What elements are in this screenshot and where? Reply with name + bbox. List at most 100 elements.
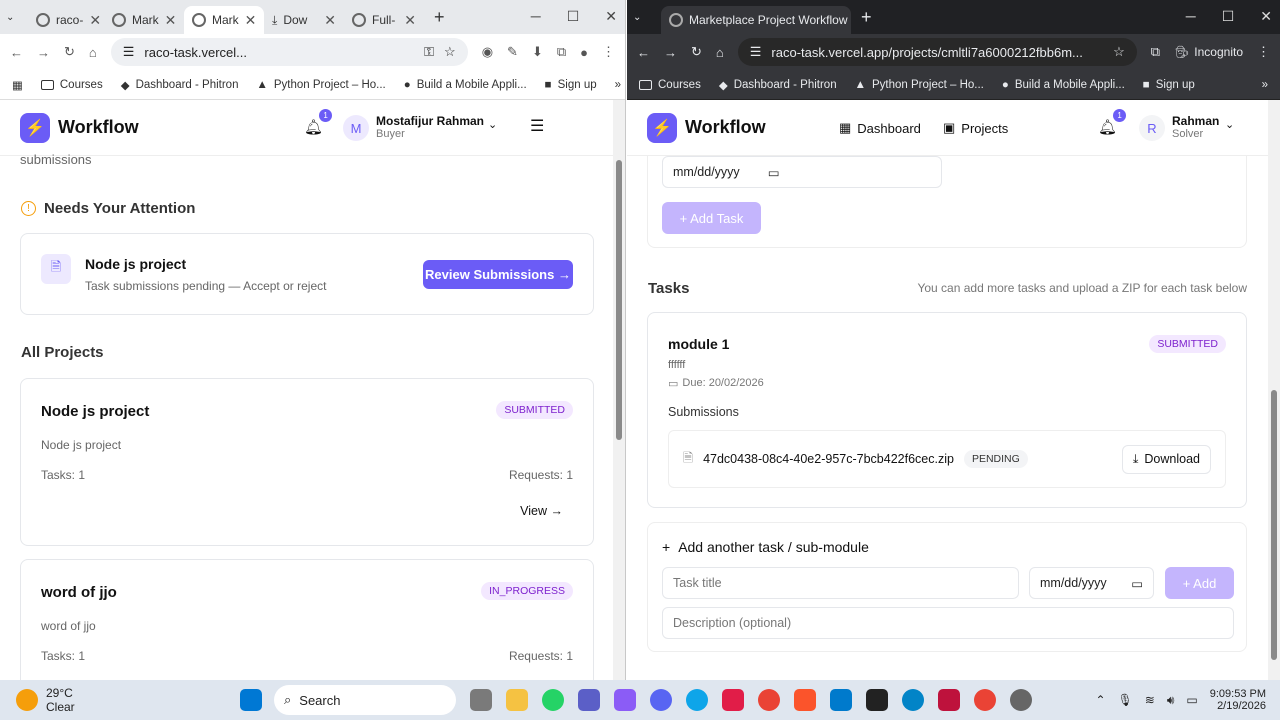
menu-icon[interactable]: ⋮ (1257, 44, 1270, 60)
site-info-icon[interactable]: ☰ (750, 44, 762, 60)
avatar[interactable]: M (343, 115, 369, 141)
wifi-icon[interactable]: ≋ (1145, 693, 1155, 707)
tab-list-chevron-icon[interactable]: ⌄ (633, 12, 661, 23)
extension-icon[interactable]: ◉ (482, 44, 493, 60)
bookmark-signup[interactable]: ■ Sign up (1143, 79, 1195, 91)
app-icon[interactable] (938, 689, 960, 711)
start-icon[interactable] (240, 689, 262, 711)
bookmark-courses[interactable]: Courses (639, 79, 701, 91)
chevron-up-icon[interactable]: ⌃ (1095, 693, 1105, 707)
extension-icon[interactable]: ✎ (507, 44, 518, 60)
vscode-icon[interactable] (830, 689, 852, 711)
battery-icon[interactable]: ▭ (1186, 693, 1197, 707)
new-tab-icon[interactable]: + (434, 7, 445, 28)
address-bar[interactable]: ☰ raco-task.vercel... ⚿ ☆ (110, 38, 468, 66)
chevron-down-icon[interactable]: ⌄ (1225, 118, 1234, 131)
file-explorer-icon[interactable] (506, 689, 528, 711)
project-card[interactable]: Node js project SUBMITTED Node js projec… (20, 378, 594, 546)
add-button[interactable]: + Add (1165, 567, 1234, 599)
avatar[interactable]: R (1139, 115, 1165, 141)
review-submissions-button[interactable]: Review Submissions → (423, 260, 573, 289)
tab-marketplace[interactable]: Marketplace Project Workflow✕ (661, 6, 851, 34)
maximize-icon[interactable]: ☐ (1222, 8, 1235, 25)
close-icon[interactable]: ✕ (245, 12, 257, 29)
volume-icon[interactable]: 🔊︎ (1167, 693, 1175, 708)
star-icon[interactable]: ☆ (1113, 44, 1125, 60)
nav-projects[interactable]: ▣ Projects (943, 120, 1008, 136)
task-title-input[interactable]: Task title (662, 567, 1019, 599)
terminal-icon[interactable] (866, 689, 888, 711)
due-date-input[interactable]: mm/dd/yyyy ▭ (1029, 567, 1154, 599)
address-bar[interactable]: ☰ raco-task.vercel.app/projects/cmltli7a6… (737, 38, 1137, 66)
clock[interactable]: 9:09:53 PM 2/19/2026 (1210, 688, 1266, 712)
close-icon[interactable]: ✕ (324, 12, 336, 29)
back-icon[interactable]: ← (637, 45, 650, 60)
edge-icon[interactable] (686, 689, 708, 711)
home-icon[interactable]: ⌂ (716, 45, 724, 60)
site-info-icon[interactable]: ☰ (123, 44, 135, 60)
bookmark-mobile[interactable]: ● Build a Mobile Appli... (404, 79, 527, 91)
tab-1[interactable]: raco- ✕ (28, 6, 104, 34)
chevron-down-icon[interactable]: ⌄ (488, 118, 497, 131)
tab-2[interactable]: Mark ✕ (104, 6, 184, 34)
bookmark-dashboard[interactable]: ◆ Dashboard - Phitron (719, 78, 837, 92)
forward-icon[interactable]: → (37, 45, 50, 60)
forward-icon[interactable]: → (664, 45, 677, 60)
minimize-icon[interactable]: ─ (531, 8, 541, 25)
task-view-icon[interactable] (470, 689, 492, 711)
close-icon[interactable]: ✕ (89, 12, 101, 29)
app-icon[interactable] (902, 689, 924, 711)
due-date-input[interactable]: mm/dd/yyyy ▭ (662, 156, 942, 188)
profile-icon[interactable]: ● (580, 45, 588, 60)
apps-icon[interactable]: ▦ (12, 78, 23, 92)
recorder-icon[interactable] (1010, 689, 1032, 711)
close-window-icon[interactable]: ✕ (1260, 8, 1272, 25)
key-icon[interactable]: ⚿ (424, 44, 434, 60)
tab-5[interactable]: Full- ✕ (344, 6, 424, 34)
extensions-icon[interactable]: ⧉ (557, 44, 566, 60)
download-button[interactable]: ⤓ Download (1121, 444, 1211, 474)
incognito-indicator[interactable]: 🕵︎ Incognito (1174, 45, 1243, 59)
new-tab-icon[interactable]: + (861, 7, 872, 28)
maximize-icon[interactable]: ☐ (567, 8, 580, 25)
bookmark-courses[interactable]: Courses (40, 79, 103, 91)
menu-icon[interactable]: ⋮ (602, 44, 615, 60)
reload-icon[interactable]: ↻ (64, 44, 75, 60)
close-icon[interactable]: ✕ (404, 12, 416, 29)
extension-icon[interactable]: ⬇ (532, 44, 543, 60)
user-info[interactable]: Rahman Solver (1172, 114, 1219, 140)
extension-icon[interactable]: ⧉ (1151, 44, 1160, 60)
copilot-icon[interactable] (614, 689, 636, 711)
hamburger-menu-icon[interactable]: ☰ (530, 116, 544, 136)
bookmark-signup[interactable]: ■ Sign up (545, 79, 597, 91)
add-task-button[interactable]: + Add Task (662, 202, 761, 234)
bookmark-python[interactable]: ▲ Python Project – Ho... (256, 79, 385, 91)
bookmark-mobile[interactable]: ● Build a Mobile Appli... (1002, 79, 1125, 91)
scroll-thumb[interactable] (616, 160, 622, 440)
scroll-thumb[interactable] (1271, 390, 1277, 660)
close-window-icon[interactable]: ✕ (605, 8, 617, 25)
left-scrollbar[interactable] (613, 100, 625, 680)
nav-dashboard[interactable]: ▦ Dashboard (839, 120, 921, 136)
reload-icon[interactable]: ↻ (691, 44, 702, 60)
whatsapp-icon[interactable] (542, 689, 564, 711)
bell-icon[interactable]: 🔔︎ 1 (304, 109, 333, 136)
chevron-right-icon[interactable]: » (615, 79, 621, 91)
mic-icon[interactable]: 🎙︎ (1118, 693, 1133, 707)
star-icon[interactable]: ☆ (444, 44, 456, 60)
tab-4[interactable]: ⤓ Dow ✕ (264, 6, 344, 34)
back-icon[interactable]: ← (10, 45, 23, 60)
bookmark-python[interactable]: ▲ Python Project – Ho... (855, 79, 984, 91)
chrome-icon[interactable] (758, 689, 780, 711)
taskbar-search[interactable]: ⌕ Search (274, 685, 456, 715)
tab-list-chevron-icon[interactable]: ⌄ (6, 12, 28, 23)
view-button[interactable]: View → (520, 504, 563, 518)
description-input[interactable]: Description (optional) (662, 607, 1234, 639)
chrome-icon[interactable] (974, 689, 996, 711)
chevron-right-icon[interactable]: » (1262, 79, 1268, 91)
tab-3-active[interactable]: Mark ✕ (184, 6, 264, 34)
right-scrollbar[interactable] (1268, 100, 1280, 680)
close-icon[interactable]: ✕ (165, 12, 177, 29)
user-info[interactable]: Mostafijur Rahman Buyer (376, 114, 484, 140)
teams-icon[interactable] (578, 689, 600, 711)
